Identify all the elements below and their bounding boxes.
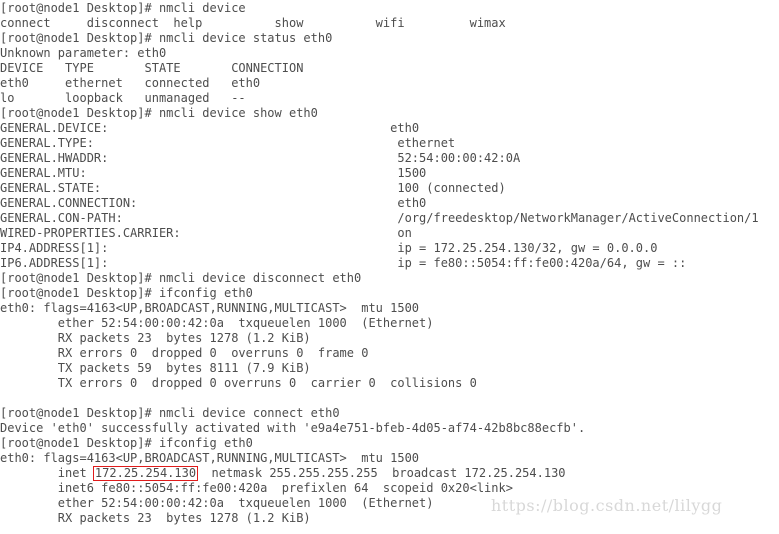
property-value: eth0 — [390, 121, 420, 135]
command-line-nmcli-device: [root@node1 Desktop]# nmcli device — [0, 1, 246, 15]
property-row-general-con-path: GENERAL.CON-PATH: /org/freedesktop/Netwo… — [0, 211, 779, 226]
output-device-activated: Device 'eth0' successfully activated wit… — [0, 421, 586, 435]
property-row-general-connection: GENERAL.CONNECTION: eth0 — [0, 196, 779, 211]
property-value: ip = 172.25.254.130/32, gw = 0.0.0.0 — [397, 241, 658, 255]
output-ifconfig-tx-errors-first: TX errors 0 dropped 0 overruns 0 carrier… — [0, 376, 477, 390]
property-spacer — [101, 181, 397, 195]
command-line-nmcli-device-disconnect: [root@node1 Desktop]# nmcli device disco… — [0, 271, 362, 285]
property-value: ethernet — [397, 136, 456, 150]
output-ifconfig-tx-packets-first: TX packets 59 bytes 8111 (7.9 KiB) — [0, 361, 311, 375]
output-ifconfig-rx-errors-first: RX errors 0 dropped 0 overruns 0 frame 0 — [0, 346, 369, 360]
property-spacer — [87, 166, 398, 180]
property-key: GENERAL.CON-PATH: — [0, 211, 123, 225]
property-spacer — [94, 136, 397, 150]
property-key: IP6.ADDRESS[1]: — [0, 256, 109, 270]
table-row-lo: lo loopback unmanaged -- — [0, 91, 246, 105]
property-value: 1500 — [397, 166, 427, 180]
property-value: 100 (connected) — [397, 181, 506, 195]
property-spacer — [108, 151, 397, 165]
property-row-ip4-address: IP4.ADDRESS[1]: ip = 172.25.254.130/32, … — [0, 241, 779, 256]
property-spacer — [137, 196, 397, 210]
property-row-general-state: GENERAL.STATE: 100 (connected) — [0, 181, 779, 196]
output-ifconfig-inet6-second: inet6 fe80::5054:ff:fe00:420a prefixlen … — [0, 481, 513, 495]
property-spacer — [108, 121, 390, 135]
inet-netmask-broadcast: netmask 255.255.255.255 broadcast 172.25… — [197, 466, 566, 480]
property-value: 52:54:00:00:42:0A — [397, 151, 521, 165]
watermark-url: https://blog.csdn.net/lilygg — [491, 496, 723, 515]
table-row-eth0: eth0 ethernet connected eth0 — [0, 76, 261, 90]
command-line-nmcli-device-connect: [root@node1 Desktop]# nmcli device conne… — [0, 406, 340, 420]
inet-label: inet — [0, 466, 94, 480]
command-line-ifconfig-eth0-second: [root@node1 Desktop]# ifconfig eth0 — [0, 436, 253, 450]
output-ifconfig-flags-first: eth0: flags=4163<UP,BROADCAST,RUNNING,MU… — [0, 301, 420, 315]
terminal-output: [root@node1 Desktop]# nmcli device conne… — [0, 1, 779, 526]
output-ifconfig-flags-second: eth0: flags=4163<UP,BROADCAST,RUNNING,MU… — [0, 451, 420, 465]
output-unknown-parameter: Unknown parameter: eth0 — [0, 46, 167, 60]
property-row-general-type: GENERAL.TYPE: ethernet — [0, 136, 779, 151]
output-ifconfig-inet-second: inet 172.25.254.130 netmask 255.255.255.… — [0, 466, 779, 481]
property-key: GENERAL.CONNECTION: — [0, 196, 138, 210]
property-key: GENERAL.MTU: — [0, 166, 87, 180]
property-spacer — [108, 256, 397, 270]
property-row-general-hwaddr: GENERAL.HWADDR: 52:54:00:00:42:0A — [0, 151, 779, 166]
command-line-nmcli-device-show: [root@node1 Desktop]# nmcli device show … — [0, 106, 318, 120]
property-key: GENERAL.STATE: — [0, 181, 102, 195]
terminal-window[interactable]: [root@node1 Desktop]# nmcli device conne… — [0, 0, 779, 534]
property-key: WIRED-PROPERTIES.CARRIER: — [0, 226, 181, 240]
property-key: GENERAL.TYPE: — [0, 136, 94, 150]
property-key: GENERAL.DEVICE: — [0, 121, 109, 135]
table-header-device-status: DEVICE TYPE STATE CONNECTION — [0, 61, 304, 75]
output-ifconfig-ether-first: ether 52:54:00:00:42:0a txqueuelen 1000 … — [0, 316, 434, 330]
property-value: on — [397, 226, 412, 240]
property-row-general-device: GENERAL.DEVICE: eth0 — [0, 121, 779, 136]
property-value: /org/freedesktop/NetworkManager/ActiveCo… — [397, 211, 759, 225]
property-key: IP4.ADDRESS[1]: — [0, 241, 109, 255]
highlighted-ip-address: 172.25.254.130 — [92, 466, 199, 481]
property-value: ip = fe80::5054:ff:fe00:420a/64, gw = :: — [397, 256, 687, 270]
property-row-wired-properties-carrier: WIRED-PROPERTIES.CARRIER: on — [0, 226, 779, 241]
command-line-ifconfig-eth0-first: [root@node1 Desktop]# ifconfig eth0 — [0, 286, 253, 300]
property-key: GENERAL.HWADDR: — [0, 151, 109, 165]
property-spacer — [181, 226, 398, 240]
command-line-nmcli-device-status: [root@node1 Desktop]# nmcli device statu… — [0, 31, 333, 45]
property-spacer — [108, 241, 397, 255]
property-spacer — [123, 211, 398, 225]
output-nmcli-subcommands: connect disconnect help show wifi wimax — [0, 16, 506, 30]
output-ifconfig-rx-packets-first: RX packets 23 bytes 1278 (1.2 KiB) — [0, 331, 311, 345]
property-row-ip6-address: IP6.ADDRESS[1]: ip = fe80::5054:ff:fe00:… — [0, 256, 779, 271]
property-value: eth0 — [397, 196, 427, 210]
property-row-general-mtu: GENERAL.MTU: 1500 — [0, 166, 779, 181]
